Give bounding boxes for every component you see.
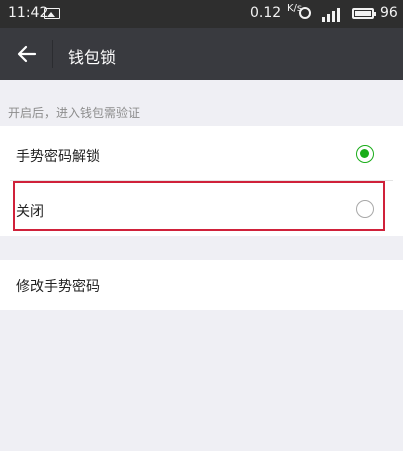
signal-icon (322, 6, 344, 22)
alarm-icon (299, 7, 311, 19)
radio-unselected-icon[interactable] (356, 200, 374, 218)
option-label: 手势密码解锁 (16, 149, 100, 165)
back-button[interactable] (10, 38, 44, 70)
lock-options-group: 手势密码解锁 关闭 (0, 126, 403, 236)
title-bar: 钱包锁 (0, 28, 403, 80)
title-divider (52, 40, 53, 68)
battery-icon (352, 8, 376, 19)
section-hint: 开启后，进入钱包需验证 (8, 106, 141, 120)
option-label: 关闭 (16, 204, 44, 220)
image-notification-icon (44, 8, 60, 19)
option-gesture-unlock[interactable]: 手势密码解锁 (0, 126, 403, 181)
status-time: 11:42 (8, 5, 49, 21)
modify-gesture-password[interactable]: 修改手势密码 (0, 260, 403, 310)
modify-label: 修改手势密码 (16, 279, 100, 295)
modify-group: 修改手势密码 (0, 260, 403, 310)
option-off[interactable]: 关闭 (0, 181, 403, 236)
radio-selected-icon[interactable] (356, 145, 374, 163)
battery-level: 96 (380, 5, 398, 21)
status-bar: 11:42 0.12 K/s 96 (0, 0, 403, 28)
network-speed: 0.12 (250, 5, 282, 21)
back-arrow-icon (17, 45, 37, 63)
page-title: 钱包锁 (68, 48, 117, 67)
